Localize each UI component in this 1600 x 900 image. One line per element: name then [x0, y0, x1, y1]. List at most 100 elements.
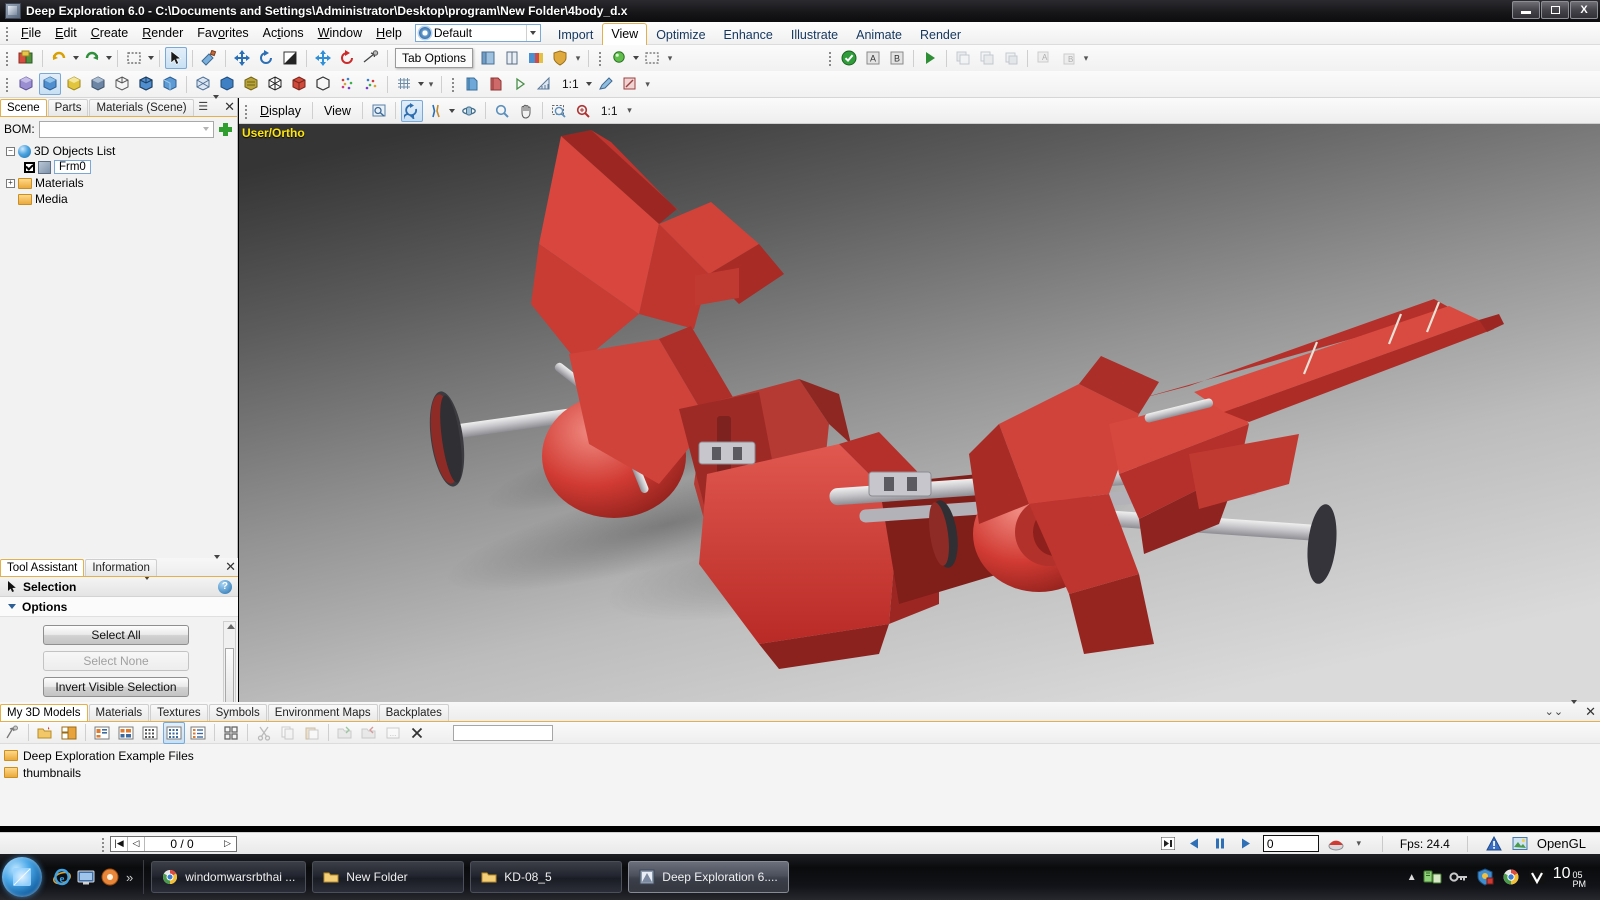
grid-dropdown-icon[interactable]: [416, 73, 425, 95]
camera-dropdown-icon[interactable]: [448, 100, 457, 122]
light-icon[interactable]: [608, 47, 630, 69]
view-tiles-icon[interactable]: [115, 722, 137, 744]
grid-icon[interactable]: [393, 73, 415, 95]
view-toolbar-overflow-icon[interactable]: ▾: [642, 73, 654, 95]
restore-button[interactable]: [1541, 1, 1569, 19]
scale-tool-icon[interactable]: [279, 47, 301, 69]
viewport-toolbar-overflow-icon[interactable]: ▾: [624, 100, 636, 122]
book-view-icon[interactable]: [477, 47, 499, 69]
select-none-button[interactable]: Select None: [43, 651, 189, 671]
split-view-icon[interactable]: [58, 722, 80, 744]
toolbar-overflow-icon[interactable]: ▾: [572, 47, 584, 69]
tab-my-3d-models[interactable]: My 3D Models: [0, 704, 88, 721]
tree-node-media[interactable]: Media: [6, 191, 237, 207]
bbox-red-cube-icon[interactable]: [288, 73, 310, 95]
orbit-icon[interactable]: [336, 47, 358, 69]
flat-cube-icon[interactable]: [87, 73, 109, 95]
walk-camera-icon[interactable]: [425, 100, 447, 122]
bom-dropdown-icon[interactable]: [199, 127, 213, 131]
tab-enhance[interactable]: Enhance: [715, 24, 782, 46]
copy-icon[interactable]: [277, 722, 299, 744]
media-icon[interactable]: [100, 867, 120, 887]
paint-tool-icon[interactable]: [198, 47, 220, 69]
bom-input[interactable]: [38, 120, 214, 138]
menu-favorites[interactable]: Favorites: [190, 23, 255, 43]
marquee-select-icon[interactable]: [123, 47, 145, 69]
cut-icon[interactable]: [253, 722, 275, 744]
new-folder-icon[interactable]: [34, 722, 56, 744]
delete-icon[interactable]: [406, 722, 428, 744]
page-view-icon[interactable]: [501, 47, 523, 69]
align-back-icon[interactable]: [1000, 47, 1022, 69]
vertex-cloud-icon[interactable]: [360, 73, 382, 95]
rotate-tool-icon[interactable]: [255, 47, 277, 69]
point-cloud-icon[interactable]: [336, 73, 358, 95]
viewport-menu-view[interactable]: View: [317, 101, 358, 121]
select-all-button[interactable]: Select All: [43, 625, 189, 645]
menu-render[interactable]: Render: [135, 23, 190, 43]
align-front-icon[interactable]: [952, 47, 974, 69]
keyframe-b-icon[interactable]: B: [886, 47, 908, 69]
list-item[interactable]: thumbnails: [4, 764, 1600, 781]
zoom-window-icon[interactable]: [548, 100, 570, 122]
tab-view[interactable]: View: [602, 22, 648, 46]
xray-cube-icon[interactable]: [192, 73, 214, 95]
toolbar-grip-2[interactable]: [596, 50, 604, 66]
shield-icon[interactable]: [549, 47, 571, 69]
paste-icon[interactable]: [301, 722, 323, 744]
redo-icon[interactable]: [81, 47, 103, 69]
pointer-tool-icon[interactable]: [165, 47, 187, 69]
tab-animate[interactable]: Animate: [847, 24, 911, 46]
tab-materials-scene[interactable]: Materials (Scene): [89, 99, 194, 116]
tab-illustrate[interactable]: Illustrate: [782, 24, 847, 46]
image-info-icon[interactable]: [1511, 836, 1529, 852]
tab-render[interactable]: Render: [911, 24, 970, 46]
import-folder-icon[interactable]: [334, 722, 356, 744]
pan-hand-icon[interactable]: [515, 100, 537, 122]
add-bom-icon[interactable]: [218, 122, 233, 137]
taskbar-window-kd08[interactable]: KD-08_5: [470, 861, 623, 893]
tab-tool-assistant[interactable]: Tool Assistant: [0, 559, 85, 576]
toolbar-grip-4[interactable]: [3, 76, 11, 92]
scroll-up-icon[interactable]: [227, 624, 235, 629]
zoom-tool-icon[interactable]: [491, 100, 513, 122]
viewport-menu-display[interactable]: Display: [253, 101, 308, 121]
thumbnail-grid-icon[interactable]: [220, 722, 242, 744]
annotate-icon[interactable]: [619, 73, 641, 95]
viewport-3d[interactable]: User/Ortho: [239, 124, 1600, 702]
light-dropdown-icon[interactable]: [631, 47, 640, 69]
view-small-icons-icon[interactable]: [139, 722, 161, 744]
step-back-button[interactable]: [1185, 836, 1203, 852]
toolbar-grip-5[interactable]: [449, 76, 457, 92]
undo-dropdown-icon[interactable]: [71, 47, 80, 69]
tab-environment-maps[interactable]: Environment Maps: [267, 704, 378, 721]
options-section-header[interactable]: Options: [0, 597, 238, 617]
warning-icon[interactable]: [1485, 836, 1503, 852]
tab-textures[interactable]: Textures: [150, 704, 208, 721]
play-icon[interactable]: [919, 47, 941, 69]
close-button[interactable]: X: [1570, 1, 1598, 19]
taskbar-window-new-folder[interactable]: New Folder: [312, 861, 465, 893]
taskbar-window-chrome[interactable]: windomwarsrbthai ...: [151, 861, 307, 893]
shaded-yellow-cube-icon[interactable]: [63, 73, 85, 95]
ta-header-dropdown-icon[interactable]: [144, 575, 151, 594]
viewport-preview-icon[interactable]: [368, 100, 390, 122]
materials-icon[interactable]: [525, 47, 547, 69]
start-button[interactable]: [2, 857, 42, 897]
quick-launch-overflow[interactable]: »: [126, 870, 133, 885]
group-b-icon[interactable]: B: [1057, 47, 1079, 69]
key-icon[interactable]: [1449, 868, 1469, 886]
solid-blue-cube-icon[interactable]: [216, 73, 238, 95]
orbit-camera-icon[interactable]: [400, 99, 423, 122]
zoom-fit-icon[interactable]: [572, 100, 594, 122]
record-icon[interactable]: [1327, 836, 1345, 852]
tab-materials[interactable]: Materials: [88, 704, 150, 721]
chrome-tray-icon[interactable]: [1501, 868, 1521, 886]
view-details-icon[interactable]: [163, 721, 185, 744]
visibility-checkbox[interactable]: [24, 161, 35, 173]
tab-information[interactable]: Information: [85, 559, 157, 576]
play-small-icon[interactable]: [509, 73, 531, 95]
menu-grip[interactable]: [3, 25, 11, 41]
v-icon[interactable]: [1527, 868, 1547, 886]
tab-backplates[interactable]: Backplates: [378, 704, 449, 721]
